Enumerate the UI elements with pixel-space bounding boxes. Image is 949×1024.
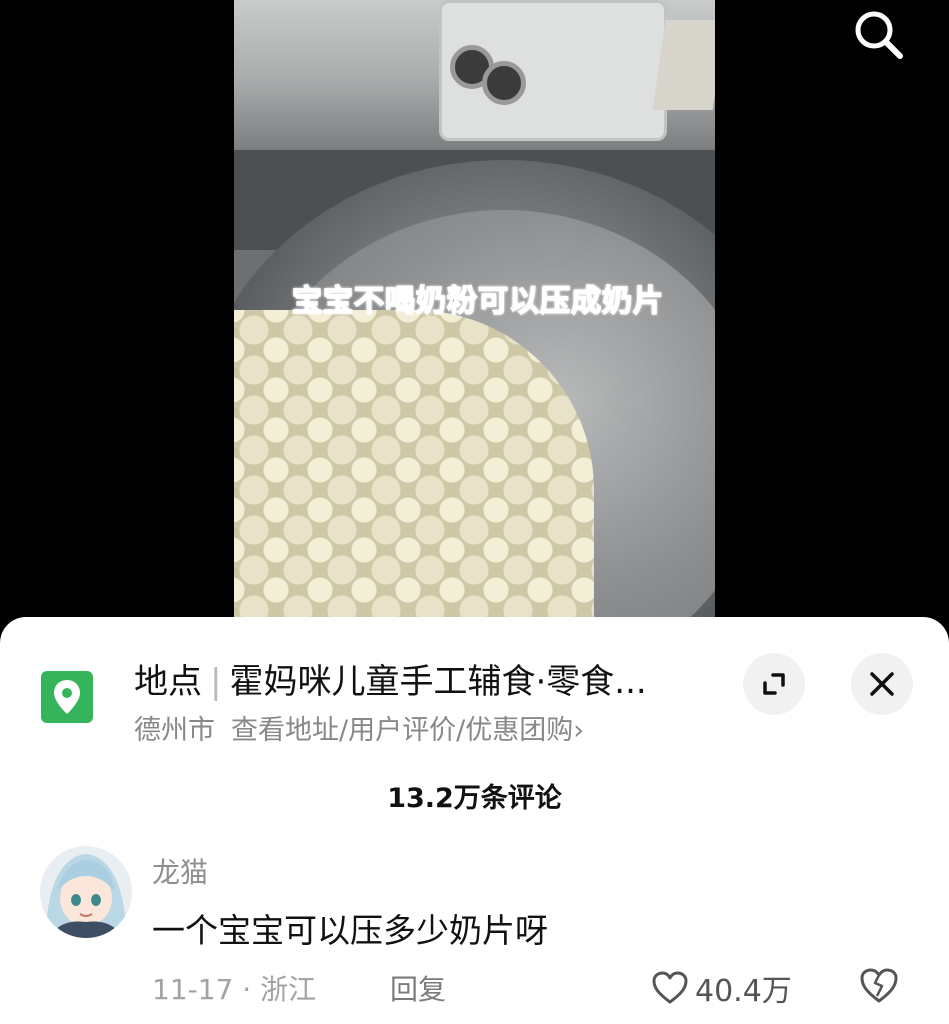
location-icon-badge — [41, 671, 93, 723]
location-city: 德州市 — [134, 715, 215, 746]
chevron-right-icon: › — [573, 715, 585, 746]
expand-icon — [763, 673, 785, 695]
video-knob — [482, 61, 526, 105]
broken-heart-icon — [860, 968, 898, 1003]
location-name[interactable]: 霍妈咪儿童手工辅食·零食... — [229, 662, 646, 702]
comment-date: 11-17 — [152, 973, 234, 1006]
like-button[interactable]: 40.4万 — [651, 966, 792, 1010]
anime-avatar-icon — [40, 846, 132, 938]
search-button[interactable] — [848, 6, 908, 62]
avatar[interactable] — [40, 846, 132, 938]
comment-region: 浙江 — [260, 973, 317, 1006]
map-pin-icon — [54, 680, 80, 714]
comment-username[interactable]: 龙猫 — [152, 851, 208, 891]
comment-meta-dot: · — [242, 973, 252, 1006]
video-caption: 宝宝不喝奶粉可以压成奶片 — [291, 283, 664, 320]
comment-count: 13.2万条评论 — [387, 783, 562, 814]
heart-icon — [652, 971, 688, 1004]
location-separator: | — [210, 662, 222, 702]
comment-text: 一个宝宝可以压多少奶片呀 — [152, 911, 548, 950]
reply-button[interactable]: 回复 — [390, 968, 446, 1008]
location-title[interactable]: 地点 | 霍妈咪儿童手工辅食·零食... — [134, 654, 647, 703]
expand-button[interactable] — [743, 653, 805, 715]
comment-meta: 11-17 · 浙江 — [152, 968, 316, 1008]
close-button[interactable] — [851, 653, 913, 715]
location-links[interactable]: 查看地址/用户评价/优惠团购 — [231, 715, 573, 746]
close-icon — [870, 672, 894, 696]
location-label: 地点 — [134, 662, 202, 702]
video-junction-box — [439, 0, 667, 141]
like-count: 40.4万 — [695, 974, 792, 1009]
search-icon — [855, 11, 903, 59]
video-frame[interactable] — [234, 0, 715, 640]
video-player[interactable]: 宝宝不喝奶粉可以压成奶片 — [0, 0, 949, 640]
dislike-button[interactable] — [858, 966, 900, 1006]
location-subtitle[interactable]: 德州市 查看地址/用户评价/优惠团购› — [134, 708, 584, 747]
